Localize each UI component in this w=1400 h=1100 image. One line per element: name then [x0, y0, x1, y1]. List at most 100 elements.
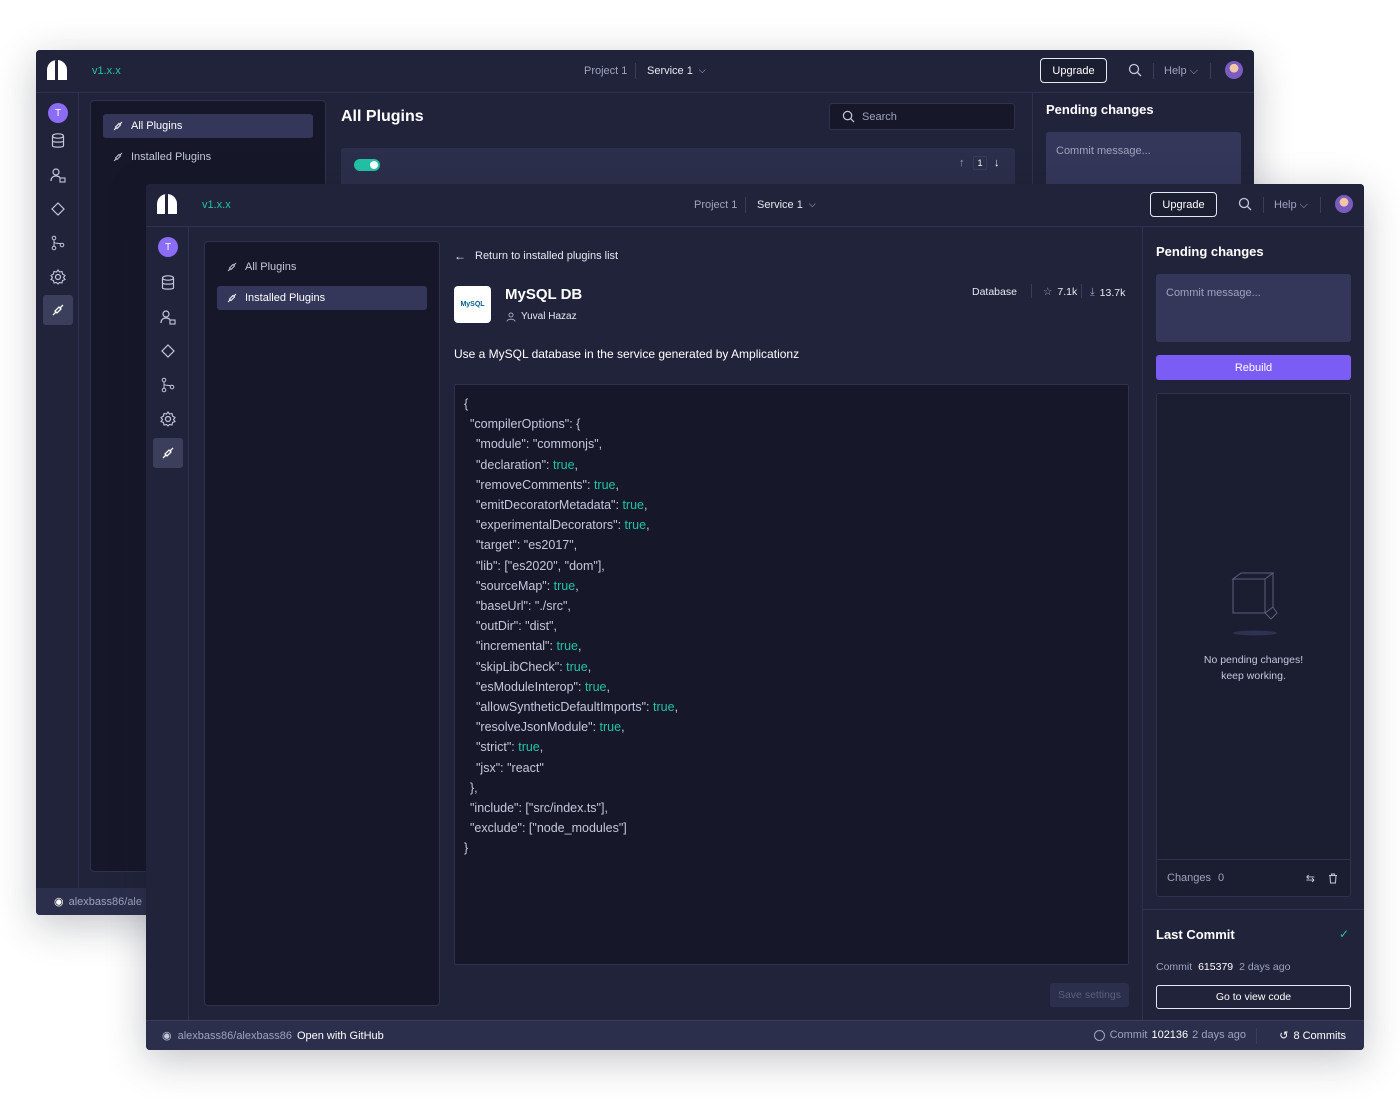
pending-panel: Pending changes Commit message... Rebuil… — [1142, 227, 1364, 1050]
help-menu[interactable]: Help ⌵ — [1164, 65, 1198, 78]
code-line: "baseUrl": "./src", — [476, 599, 571, 613]
repo-name[interactable]: alexbass86/alexbass86 — [178, 1030, 292, 1042]
back-link[interactable]: ← Return to installed plugins list — [454, 249, 618, 263]
history-icon: ↺ — [1279, 1030, 1289, 1042]
user-avatar[interactable] — [1335, 195, 1353, 213]
github-icon: ◉ — [54, 896, 64, 908]
code-line: { — [464, 397, 469, 411]
code-line: "target": "es2017", — [476, 538, 578, 553]
project-link[interactable]: Project 1 — [584, 65, 627, 77]
status-bar: ◉ alexbass86/alexbass86 Open with GitHub… — [146, 1020, 1364, 1050]
user-lock-icon[interactable] — [153, 302, 183, 332]
amplication-logo[interactable] — [46, 59, 68, 81]
user-avatar[interactable] — [1225, 61, 1243, 79]
workspace-avatar[interactable]: T — [48, 103, 68, 123]
pending-title: Pending changes — [1156, 244, 1264, 259]
settings-code-editor[interactable]: {"compilerOptions": {"module": "commonjs… — [454, 384, 1129, 965]
commit-message-input[interactable]: Commit message... — [1046, 132, 1241, 192]
code-line: "exclude": ["node_modules"] — [470, 821, 627, 836]
view-code-button[interactable]: Go to view code — [1156, 985, 1351, 1009]
plugins-nav: All Plugins Installed Plugins — [204, 241, 440, 1006]
nav-installed-plugins[interactable]: Installed Plugins — [103, 145, 313, 169]
status-commit-id[interactable]: 102136 — [1151, 1029, 1188, 1041]
chevron-down-icon: ⌵ — [698, 65, 706, 75]
commit-circle-icon — [1093, 1029, 1105, 1041]
code-line: "strict": true, — [476, 740, 544, 755]
search-input[interactable]: Search — [829, 103, 1015, 130]
changes-footer: Changes 0 ⇆ — [1157, 859, 1350, 896]
project-link[interactable]: Project 1 — [694, 199, 737, 211]
commit-message-input[interactable]: Commit message... — [1156, 274, 1351, 342]
plugin-downloads: ⤓ 13.7k — [1090, 286, 1126, 299]
service-selector[interactable]: Service 1 ⌵ — [757, 199, 816, 211]
rebuild-button[interactable]: Rebuild — [1156, 355, 1351, 380]
user-lock-icon[interactable] — [43, 160, 73, 190]
nav-all-plugins[interactable]: All Plugins — [103, 114, 313, 138]
help-menu[interactable]: Help ⌵ — [1274, 199, 1308, 212]
trash-icon[interactable] — [1328, 873, 1338, 884]
check-icon: ✓ — [1338, 927, 1349, 941]
nav-all-plugins[interactable]: All Plugins — [217, 255, 427, 279]
upgrade-button[interactable]: Upgrade — [1040, 58, 1107, 83]
code-line: "jsx": "react" — [476, 760, 544, 775]
top-bar: v1.x.x Project 1 Service 1 ⌵ Upgrade Help… — [36, 50, 1254, 93]
open-github-link[interactable]: Open with GitHub — [297, 1030, 384, 1042]
section-divider — [1143, 909, 1364, 910]
divider — [1031, 284, 1032, 298]
left-nav: T — [146, 227, 189, 1050]
git-branch-icon[interactable] — [43, 228, 73, 258]
plugin-logo: MySQL — [454, 286, 491, 323]
top-bar: v1.x.x Project 1 Service 1 ⌵ Upgrade Help… — [146, 184, 1364, 227]
plug-icon — [113, 121, 123, 131]
plug-icon — [227, 262, 237, 272]
arrow-up-icon[interactable]: ↑ — [959, 157, 965, 169]
code-line: "outDir": "dist", — [476, 619, 557, 634]
pending-title: Pending changes — [1046, 102, 1154, 117]
divider — [1210, 63, 1211, 79]
database-icon[interactable] — [153, 268, 183, 298]
workspace-avatar[interactable]: T — [158, 237, 178, 257]
search-icon — [842, 110, 855, 123]
plug-icon[interactable] — [153, 438, 183, 468]
database-icon[interactable] — [43, 126, 73, 156]
pending-changes-list: No pending changes! keep working. Change… — [1156, 393, 1351, 897]
plug-icon[interactable] — [43, 295, 73, 325]
nav-installed-plugins[interactable]: Installed Plugins — [217, 286, 427, 310]
gear-icon[interactable] — [43, 262, 73, 292]
version-label: v1.x.x — [202, 199, 231, 211]
code-line: "compilerOptions": { — [470, 417, 581, 432]
plugin-description: Use a MySQL database in the service gene… — [454, 347, 800, 361]
swap-icon[interactable]: ⇆ — [1306, 872, 1315, 885]
diamond-icon[interactable] — [43, 194, 73, 224]
search-icon[interactable] — [1238, 197, 1252, 211]
service-selector[interactable]: Service 1 ⌵ — [647, 65, 706, 77]
code-line: "skipLibCheck": true, — [476, 659, 592, 674]
divider — [745, 197, 746, 213]
commit-id[interactable]: 615379 — [1198, 961, 1233, 973]
commits-link[interactable]: ↺ 8 Commits — [1279, 1029, 1346, 1043]
user-icon — [506, 312, 516, 322]
divider — [1263, 197, 1264, 213]
gear-icon[interactable] — [153, 404, 183, 434]
page-title: All Plugins — [341, 108, 424, 125]
divider — [1320, 197, 1321, 213]
upgrade-button[interactable]: Upgrade — [1150, 192, 1217, 217]
code-line: "incremental": true, — [476, 639, 582, 654]
enable-toggle[interactable] — [354, 159, 380, 171]
status-commit: Commit 102136 2 days ago — [1093, 1029, 1246, 1041]
repo-name[interactable]: alexbass86/ale — [69, 896, 142, 908]
code-line: "resolveJsonModule": true, — [476, 720, 625, 735]
save-settings-button[interactable]: Save settings — [1050, 983, 1129, 1007]
last-commit-info: Commit 615379 2 days ago — [1156, 961, 1291, 973]
search-icon[interactable] — [1128, 63, 1142, 77]
diamond-icon[interactable] — [153, 336, 183, 366]
chevron-down-icon: ⌵ — [808, 199, 816, 209]
changes-count: 0 — [1218, 872, 1225, 884]
empty-state-text: No pending changes! keep working. — [1203, 654, 1304, 682]
arrow-down-icon[interactable]: ↓ — [994, 157, 1000, 169]
amplication-logo[interactable] — [156, 193, 178, 215]
arrow-left-icon: ← — [454, 249, 466, 263]
code-line: "declaration": true, — [476, 457, 579, 472]
plugin-category: Database — [972, 286, 1017, 298]
git-branch-icon[interactable] — [153, 370, 183, 400]
